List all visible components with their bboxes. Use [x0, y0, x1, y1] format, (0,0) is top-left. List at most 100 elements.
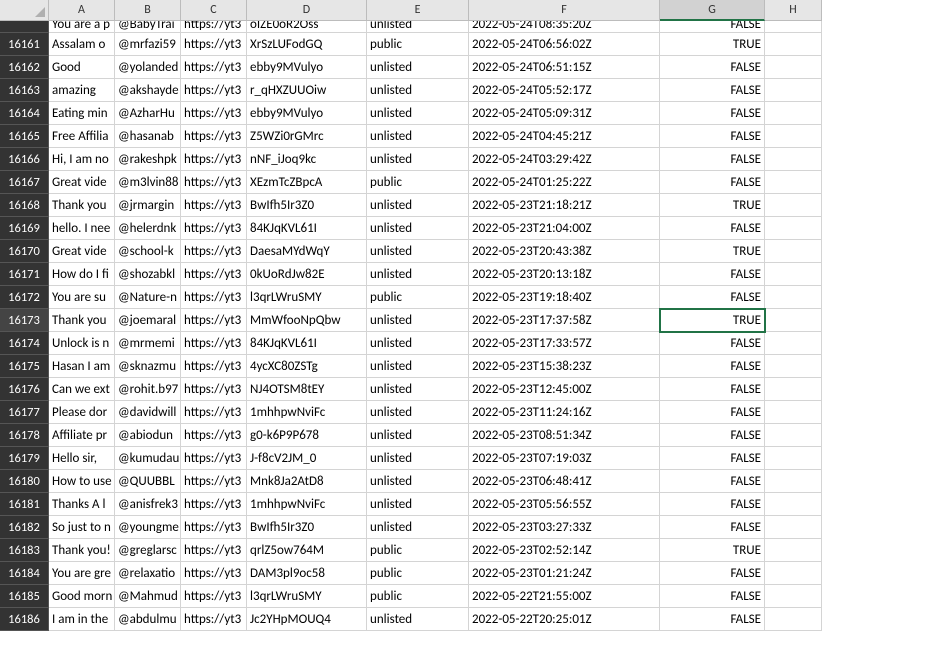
cell[interactable]: DAM3pl9oc58 [247, 562, 367, 585]
cell[interactable]: https://yt3 [181, 608, 247, 631]
cell[interactable]: https://yt3 [181, 539, 247, 562]
cell[interactable]: 2022-05-23T19:18:40Z [469, 286, 660, 309]
cell[interactable]: r_qHXZUUOiw [247, 79, 367, 102]
cell[interactable]: Please dor [49, 401, 115, 424]
row-header[interactable]: 16184 [0, 562, 49, 585]
cell[interactable] [765, 562, 822, 585]
row-header[interactable]: 16169 [0, 217, 49, 240]
cell[interactable]: BwIfh5Ir3Z0 [247, 194, 367, 217]
cell[interactable]: MmWfooNpQbw [247, 309, 367, 332]
cell[interactable]: Unlock is n [49, 332, 115, 355]
row-header[interactable]: 16170 [0, 240, 49, 263]
cell[interactable]: 2022-05-24T05:09:31Z [469, 102, 660, 125]
cell[interactable]: @AzharHu [115, 102, 181, 125]
cell[interactable]: 2022-05-24T06:56:02Z [469, 33, 660, 56]
cell[interactable]: @joemaral [115, 309, 181, 332]
cell[interactable]: TRUE [660, 194, 765, 217]
cell[interactable]: https://yt3 [181, 263, 247, 286]
cell[interactable]: 2022-05-23T21:04:00Z [469, 217, 660, 240]
row-header[interactable]: 16182 [0, 516, 49, 539]
cell[interactable]: Thank you [49, 194, 115, 217]
cell-partial-B[interactable]: @BabyTrai [115, 21, 181, 33]
cell[interactable]: unlisted [367, 148, 469, 171]
cell[interactable] [765, 194, 822, 217]
cell[interactable]: FALSE [660, 263, 765, 286]
cell[interactable]: @abdulmu [115, 608, 181, 631]
cell[interactable]: https://yt3 [181, 240, 247, 263]
row-header[interactable]: 16181 [0, 493, 49, 516]
cell[interactable] [765, 447, 822, 470]
cell[interactable]: Eating min [49, 102, 115, 125]
cell[interactable]: FALSE [660, 286, 765, 309]
cell[interactable]: Hi, I am no [49, 148, 115, 171]
cell[interactable]: 2022-05-23T20:13:18Z [469, 263, 660, 286]
cell[interactable]: unlisted [367, 125, 469, 148]
cell-partial-F[interactable]: 2022-05-24T08:35:20Z [469, 21, 660, 33]
cell[interactable]: unlisted [367, 401, 469, 424]
cell[interactable] [765, 470, 822, 493]
row-header[interactable]: 16173 [0, 309, 49, 332]
cell[interactable]: @helerdnk [115, 217, 181, 240]
cell[interactable]: unlisted [367, 332, 469, 355]
cell[interactable]: @akshayde [115, 79, 181, 102]
cell[interactable]: Hasan I am [49, 355, 115, 378]
spreadsheet-grid[interactable]: ABCDEFGHYou are a p@BabyTraihttps://yt3o… [0, 0, 822, 631]
cell[interactable]: https://yt3 [181, 378, 247, 401]
cell[interactable]: @mrfazi59 [115, 33, 181, 56]
row-header[interactable]: 16186 [0, 608, 49, 631]
cell[interactable]: https://yt3 [181, 355, 247, 378]
cell[interactable]: amazing [49, 79, 115, 102]
cell[interactable]: l3qrLWruSMY [247, 585, 367, 608]
cell[interactable]: Good [49, 56, 115, 79]
cell[interactable]: Z5WZi0rGMrc [247, 125, 367, 148]
cell[interactable]: 1mhhpwNviFc [247, 493, 367, 516]
cell[interactable]: FALSE [660, 56, 765, 79]
cell[interactable]: unlisted [367, 470, 469, 493]
cell[interactable] [765, 263, 822, 286]
cell[interactable] [765, 125, 822, 148]
cell[interactable]: https://yt3 [181, 56, 247, 79]
cell[interactable]: @QUUBBL [115, 470, 181, 493]
cell[interactable]: Great vide [49, 171, 115, 194]
cell[interactable]: unlisted [367, 355, 469, 378]
cell[interactable]: FALSE [660, 585, 765, 608]
row-header[interactable]: 16177 [0, 401, 49, 424]
cell[interactable] [765, 240, 822, 263]
cell[interactable]: https://yt3 [181, 516, 247, 539]
cell[interactable]: FALSE [660, 148, 765, 171]
row-header[interactable]: 16165 [0, 125, 49, 148]
column-header-E[interactable]: E [367, 0, 469, 21]
cell[interactable]: I am in the [49, 608, 115, 631]
cell[interactable]: unlisted [367, 102, 469, 125]
cell[interactable]: https://yt3 [181, 148, 247, 171]
cell[interactable]: TRUE [660, 309, 765, 332]
column-header-G[interactable]: G [660, 0, 765, 21]
cell[interactable]: 2022-05-23T03:27:33Z [469, 516, 660, 539]
cell[interactable]: unlisted [367, 240, 469, 263]
cell[interactable]: Good morn [49, 585, 115, 608]
cell[interactable]: @youngme [115, 516, 181, 539]
cell[interactable]: https://yt3 [181, 171, 247, 194]
cell[interactable]: FALSE [660, 378, 765, 401]
cell[interactable]: 1mhhpwNviFc [247, 401, 367, 424]
cell[interactable]: 2022-05-23T15:38:23Z [469, 355, 660, 378]
cell[interactable]: https://yt3 [181, 424, 247, 447]
cell[interactable]: Can we ext [49, 378, 115, 401]
cell[interactable]: FALSE [660, 217, 765, 240]
cell[interactable]: unlisted [367, 424, 469, 447]
cell[interactable]: 2022-05-23T20:43:38Z [469, 240, 660, 263]
row-header[interactable]: 16162 [0, 56, 49, 79]
cell[interactable]: Hello sir, [49, 447, 115, 470]
column-header-C[interactable]: C [181, 0, 247, 21]
cell[interactable]: FALSE [660, 608, 765, 631]
cell[interactable]: FALSE [660, 355, 765, 378]
cell[interactable]: 2022-05-23T06:48:41Z [469, 470, 660, 493]
cell[interactable]: unlisted [367, 378, 469, 401]
cell[interactable]: https://yt3 [181, 585, 247, 608]
cell[interactable]: 2022-05-22T20:25:01Z [469, 608, 660, 631]
cell[interactable]: FALSE [660, 79, 765, 102]
cell[interactable]: public [367, 286, 469, 309]
row-header[interactable]: 16161 [0, 33, 49, 56]
cell[interactable]: DaesaMYdWqY [247, 240, 367, 263]
cell[interactable]: Assalam o [49, 33, 115, 56]
